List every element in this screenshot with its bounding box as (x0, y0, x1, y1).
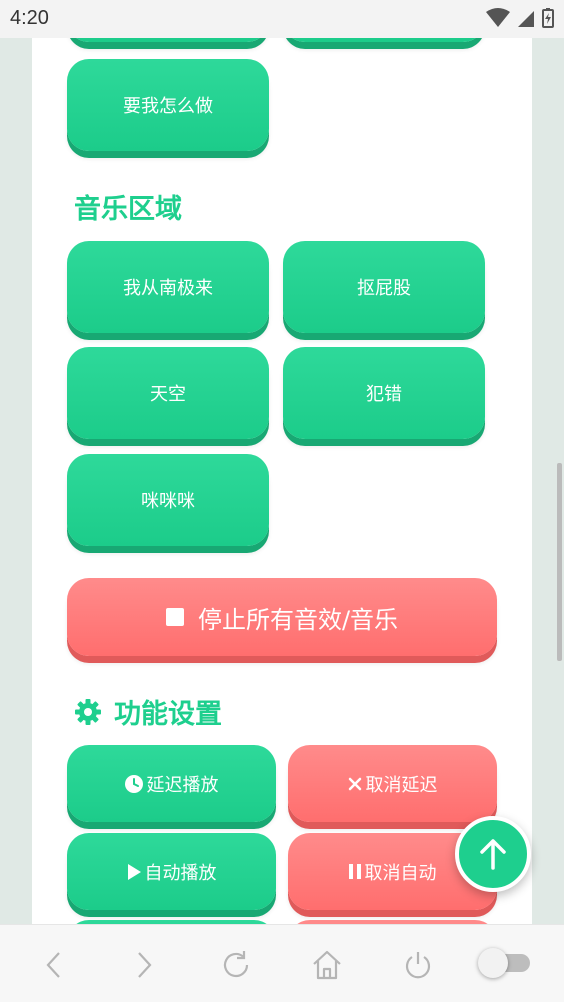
home-icon (313, 950, 341, 980)
stop-square-icon (165, 608, 184, 626)
sound-button-cut-right[interactable] (283, 38, 485, 42)
cancel-delay-button[interactable]: 取消延迟 (288, 745, 497, 822)
x-icon (348, 777, 361, 790)
button-label: 延迟播放 (146, 774, 219, 796)
content-panel: 要我怎么做 音乐区域 我从南极来 抠屁股 天空 犯错 咪咪咪 停止所有音效/音乐 (32, 38, 532, 924)
button-label: 咪咪咪 (141, 491, 195, 512)
power-button[interactable] (400, 947, 436, 983)
sound-button-what-do-i-do[interactable]: 要我怎么做 (67, 59, 269, 151)
signal-icon (518, 11, 534, 27)
back-button[interactable] (36, 947, 72, 983)
music-button-from-antarctica[interactable]: 我从南极来 (67, 241, 269, 333)
button-label: 取消延迟 (365, 774, 438, 796)
button-label: 我从南极来 (123, 278, 213, 299)
gear-icon (75, 698, 101, 725)
reload-button[interactable] (218, 947, 254, 983)
settings-section-title: 功能设置 (74, 692, 222, 731)
scroll-to-top-button[interactable] (455, 816, 531, 892)
mode-toggle[interactable] (478, 946, 530, 978)
button-label: 要我怎么做 (123, 96, 213, 117)
button-label: 天空 (150, 384, 186, 405)
scrollbar[interactable] (557, 463, 562, 661)
forward-button[interactable] (126, 947, 162, 983)
auto-play-button[interactable]: 自动播放 (67, 833, 276, 910)
arrow-up-icon (480, 839, 506, 870)
reload-icon (223, 951, 249, 978)
chevron-right-icon (138, 952, 152, 978)
delay-play-button[interactable]: 延迟播放 (67, 745, 276, 822)
music-button-mimimi[interactable]: 咪咪咪 (67, 454, 269, 546)
music-button-pick-butt[interactable]: 抠屁股 (283, 241, 485, 333)
sound-button-cut-left[interactable] (67, 38, 269, 42)
button-label: 取消自动 (364, 862, 437, 884)
button-label: 犯错 (366, 384, 402, 405)
status-bar: 4:20 (0, 0, 564, 38)
music-button-sky[interactable]: 天空 (67, 347, 269, 439)
chevron-left-icon (46, 952, 60, 978)
music-button-mistake[interactable]: 犯错 (283, 347, 485, 439)
battery-icon (542, 8, 554, 28)
pause-icon (348, 864, 361, 879)
stop-all-button[interactable]: 停止所有音效/音乐 (67, 578, 497, 656)
button-label: 抠屁股 (357, 278, 411, 299)
button-label: 停止所有音效/音乐 (197, 605, 399, 634)
home-button[interactable] (309, 947, 345, 983)
toggle-knob (478, 948, 508, 978)
status-icons (486, 8, 554, 28)
clock-icon (124, 774, 143, 793)
power-icon (405, 952, 431, 979)
button-label: 自动播放 (144, 862, 217, 884)
status-time: 4:20 (10, 7, 49, 29)
music-section-title: 音乐区域 (74, 194, 182, 225)
wifi-icon (486, 8, 510, 27)
play-icon (127, 863, 141, 880)
